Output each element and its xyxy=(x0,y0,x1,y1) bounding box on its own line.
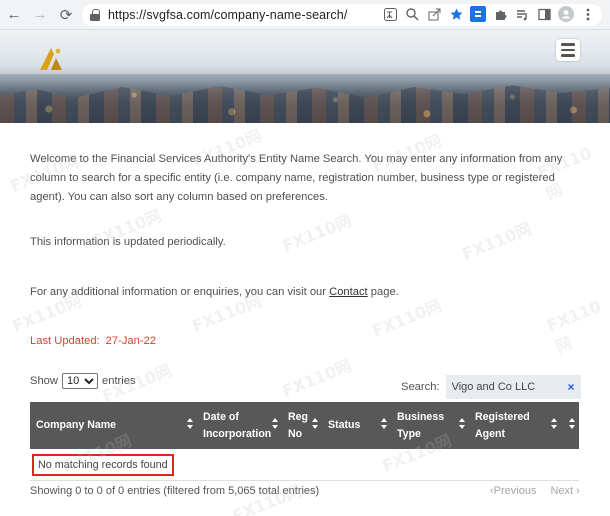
search-label: Search: xyxy=(401,381,440,393)
last-updated: Last Updated: 27-Jan-22 xyxy=(30,335,156,347)
hero-banner xyxy=(0,30,610,123)
url-text: https://svgfsa.com/company-name-search/ xyxy=(108,8,348,22)
forward-button[interactable]: → xyxy=(28,3,52,27)
contact-prefix: For any additional information or enquir… xyxy=(30,286,330,298)
address-bar[interactable]: https://svgfsa.com/company-name-search/ xyxy=(82,4,602,26)
sort-icon xyxy=(187,418,193,430)
back-button[interactable]: ← xyxy=(2,3,26,27)
browser-toolbar: ← → ⟳ https://svgfsa.com/company-name-se… xyxy=(0,0,610,30)
extensions-puzzle-icon[interactable] xyxy=(492,6,508,22)
column-label-line: Business xyxy=(397,410,445,423)
pagination: ‹Previous Next › xyxy=(490,485,580,497)
column-label: Status xyxy=(328,419,361,431)
contact-link[interactable]: Contact xyxy=(329,286,368,298)
watermark: FX110网 xyxy=(369,295,445,341)
last-updated-label: Last Updated: xyxy=(30,335,100,347)
column-label-line: Registered xyxy=(475,410,530,423)
column-label-line: Agent xyxy=(475,427,506,440)
entries-label: entries xyxy=(102,375,136,387)
arrow-left-icon: ← xyxy=(6,6,22,23)
menu-bar xyxy=(561,54,575,57)
intro-text: Welcome to the Financial Services Author… xyxy=(30,153,563,203)
reload-icon: ⟳ xyxy=(59,6,73,24)
column-date-of-incorporation[interactable]: Date of Incorporation xyxy=(197,402,282,449)
column-label-line: No xyxy=(288,427,303,440)
watermark: FX110网 xyxy=(544,296,604,357)
next-page-button[interactable]: Next › xyxy=(550,485,579,497)
column-label: Company Name xyxy=(36,419,117,431)
sort-icon xyxy=(381,418,387,430)
profile-avatar-icon[interactable] xyxy=(558,6,574,22)
last-updated-date: 27-Jan-22 xyxy=(105,335,157,347)
hero-cityscape xyxy=(0,85,610,123)
column-label: Reg No xyxy=(288,409,308,443)
page-length-control: Show 10 entries xyxy=(30,373,136,389)
hero-sky xyxy=(0,30,610,74)
page-length-select[interactable]: 10 xyxy=(62,373,98,389)
contact-suffix: page. xyxy=(367,286,399,298)
arrow-right-icon: → xyxy=(32,6,48,23)
lock-icon xyxy=(90,9,100,21)
column-status[interactable]: Status xyxy=(322,402,391,449)
browser-menu-icon[interactable] xyxy=(580,6,596,22)
menu-bar xyxy=(561,43,575,46)
column-reg-no[interactable]: Reg No xyxy=(282,402,322,449)
sort-icon xyxy=(312,418,318,430)
sort-icon xyxy=(551,418,557,430)
column-label-line: Date of xyxy=(203,410,239,423)
table-header: Company Name Date of Incorporation Reg No … xyxy=(30,402,579,449)
sort-icon xyxy=(272,418,278,430)
column-label-line: Type xyxy=(397,427,421,440)
reload-button[interactable]: ⟳ xyxy=(54,3,78,27)
search-box[interactable]: × xyxy=(445,375,581,399)
menu-bar xyxy=(561,48,575,52)
entity-table: Company Name Date of Incorporation Reg No … xyxy=(30,402,579,481)
column-label: Business Type xyxy=(397,409,444,443)
zoom-icon[interactable] xyxy=(404,6,420,22)
clear-search-icon[interactable]: × xyxy=(568,380,575,394)
watermark: FX110网 xyxy=(279,355,355,401)
search-input[interactable] xyxy=(451,381,552,393)
column-label: Registered Agent xyxy=(475,409,530,443)
omnibox-actions xyxy=(382,6,596,22)
column-business-type[interactable]: Business Type xyxy=(391,402,469,449)
column-label: Date of Incorporation xyxy=(203,409,271,443)
column-registered-agent[interactable]: Registered Agent xyxy=(469,402,561,449)
table-info: Showing 0 to 0 of 0 entries (filtered fr… xyxy=(30,485,320,497)
watermark: FX110网 xyxy=(459,218,535,264)
translate-icon[interactable] xyxy=(382,6,398,22)
column-extra[interactable] xyxy=(561,402,579,449)
update-note-text: This information is updated periodically… xyxy=(30,236,226,248)
sort-icon xyxy=(569,418,575,430)
empty-results-message: No matching records found xyxy=(32,453,174,476)
bookmark-star-icon[interactable] xyxy=(448,6,464,22)
sort-icon xyxy=(459,418,465,430)
share-icon[interactable] xyxy=(426,6,442,22)
reading-list-icon[interactable] xyxy=(514,6,530,22)
watermark: FX110网 xyxy=(279,210,355,256)
column-label-line: Reg xyxy=(288,410,309,423)
hamburger-menu-button[interactable] xyxy=(556,39,580,61)
column-label-line: Incorporation xyxy=(203,427,272,440)
show-label: Show xyxy=(30,375,58,387)
site-logo-icon[interactable] xyxy=(36,44,66,72)
table-row: No matching records found xyxy=(30,449,579,481)
extension-s-icon[interactable] xyxy=(470,6,486,22)
column-company-name[interactable]: Company Name xyxy=(30,402,197,449)
side-panel-icon[interactable] xyxy=(536,6,552,22)
previous-page-button[interactable]: ‹Previous xyxy=(490,485,536,497)
contact-text: For any additional information or enquir… xyxy=(30,286,399,298)
table-search: Search: × xyxy=(401,375,581,399)
